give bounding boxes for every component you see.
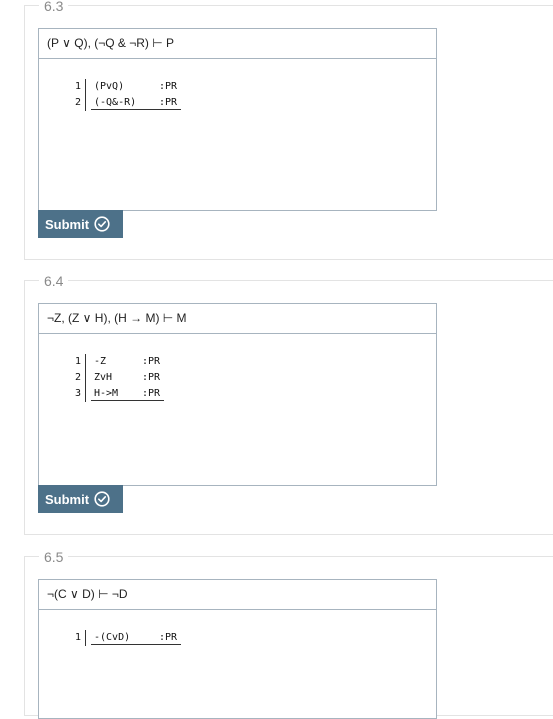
proof-editor[interactable]: (P ∨ Q), (¬Q & ¬R) ⊢ P 1 (PvQ) :PR 2 (-Q…: [38, 28, 437, 211]
scope-bar: [85, 630, 86, 646]
formula[interactable]: -Z: [94, 354, 106, 370]
proof-area[interactable]: 1 (PvQ) :PR 2 (-Q&-R) :PR: [39, 59, 436, 210]
proof-line[interactable]: 2 ZvH :PR: [69, 370, 160, 386]
line-number: 1: [74, 632, 81, 643]
formula[interactable]: ZvH: [94, 370, 112, 386]
submit-button[interactable]: Submit: [38, 485, 123, 513]
scope-bar: [85, 79, 86, 95]
submit-label: Submit: [45, 216, 90, 232]
proof-line[interactable]: 2 (-Q&-R) :PR: [69, 95, 181, 111]
submit-button[interactable]: Submit: [38, 210, 123, 238]
proof-editor[interactable]: ¬Z, (Z ∨ H), (H → M) ⊢ M 1 -Z :PR 2 ZvH …: [38, 303, 437, 486]
line-number: 2: [74, 97, 81, 108]
problem-statement: ¬(C ∨ D) ⊢ ¬D: [39, 580, 436, 610]
line-number: 1: [74, 81, 81, 92]
check-circle-icon: [94, 216, 110, 232]
problem-number: 6.3: [39, 0, 69, 14]
scope-bar: [85, 95, 86, 111]
problem-card-6-4: 6.4 ¬Z, (Z ∨ H), (H → M) ⊢ M 1 -Z :PR 2 …: [24, 273, 553, 535]
justification[interactable]: :PR: [142, 370, 160, 386]
scope-bar: [85, 370, 86, 386]
line-number: 1: [74, 356, 81, 367]
scope-bar: [85, 354, 86, 370]
problem-card-6-3: 6.3 (P ∨ Q), (¬Q & ¬R) ⊢ P 1 (PvQ) :PR 2…: [24, 0, 553, 260]
line-number: 3: [74, 388, 81, 399]
problem-number: 6.4: [39, 273, 69, 289]
proof-area[interactable]: 1 -(CvD) :PR: [39, 610, 436, 718]
proof-line[interactable]: 3 H->M :PR: [69, 386, 164, 402]
proof-line[interactable]: 1 (PvQ) :PR: [69, 79, 177, 95]
justification[interactable]: :PR: [142, 354, 160, 370]
line-number: 2: [74, 372, 81, 383]
premise-underline: [91, 644, 181, 645]
formula[interactable]: (PvQ): [94, 79, 124, 95]
problem-card-6-5: 6.5 ¬(C ∨ D) ⊢ ¬D 1 -(CvD) :PR: [24, 549, 553, 719]
proof-line[interactable]: 1 -Z :PR: [69, 354, 160, 370]
check-circle-icon: [94, 491, 110, 507]
justification[interactable]: :PR: [159, 79, 177, 95]
problem-statement: ¬Z, (Z ∨ H), (H → M) ⊢ M: [39, 304, 436, 334]
proof-editor[interactable]: ¬(C ∨ D) ⊢ ¬D 1 -(CvD) :PR: [38, 579, 437, 719]
scope-bar: [85, 386, 86, 402]
proof-area[interactable]: 1 -Z :PR 2 ZvH :PR 3 H->M :PR: [39, 334, 436, 485]
premise-underline: [91, 109, 181, 110]
proof-line[interactable]: 1 -(CvD) :PR: [69, 630, 181, 646]
problem-number: 6.5: [39, 549, 69, 565]
problem-statement: (P ∨ Q), (¬Q & ¬R) ⊢ P: [39, 29, 436, 59]
submit-label: Submit: [45, 491, 90, 507]
premise-underline: [91, 400, 164, 401]
